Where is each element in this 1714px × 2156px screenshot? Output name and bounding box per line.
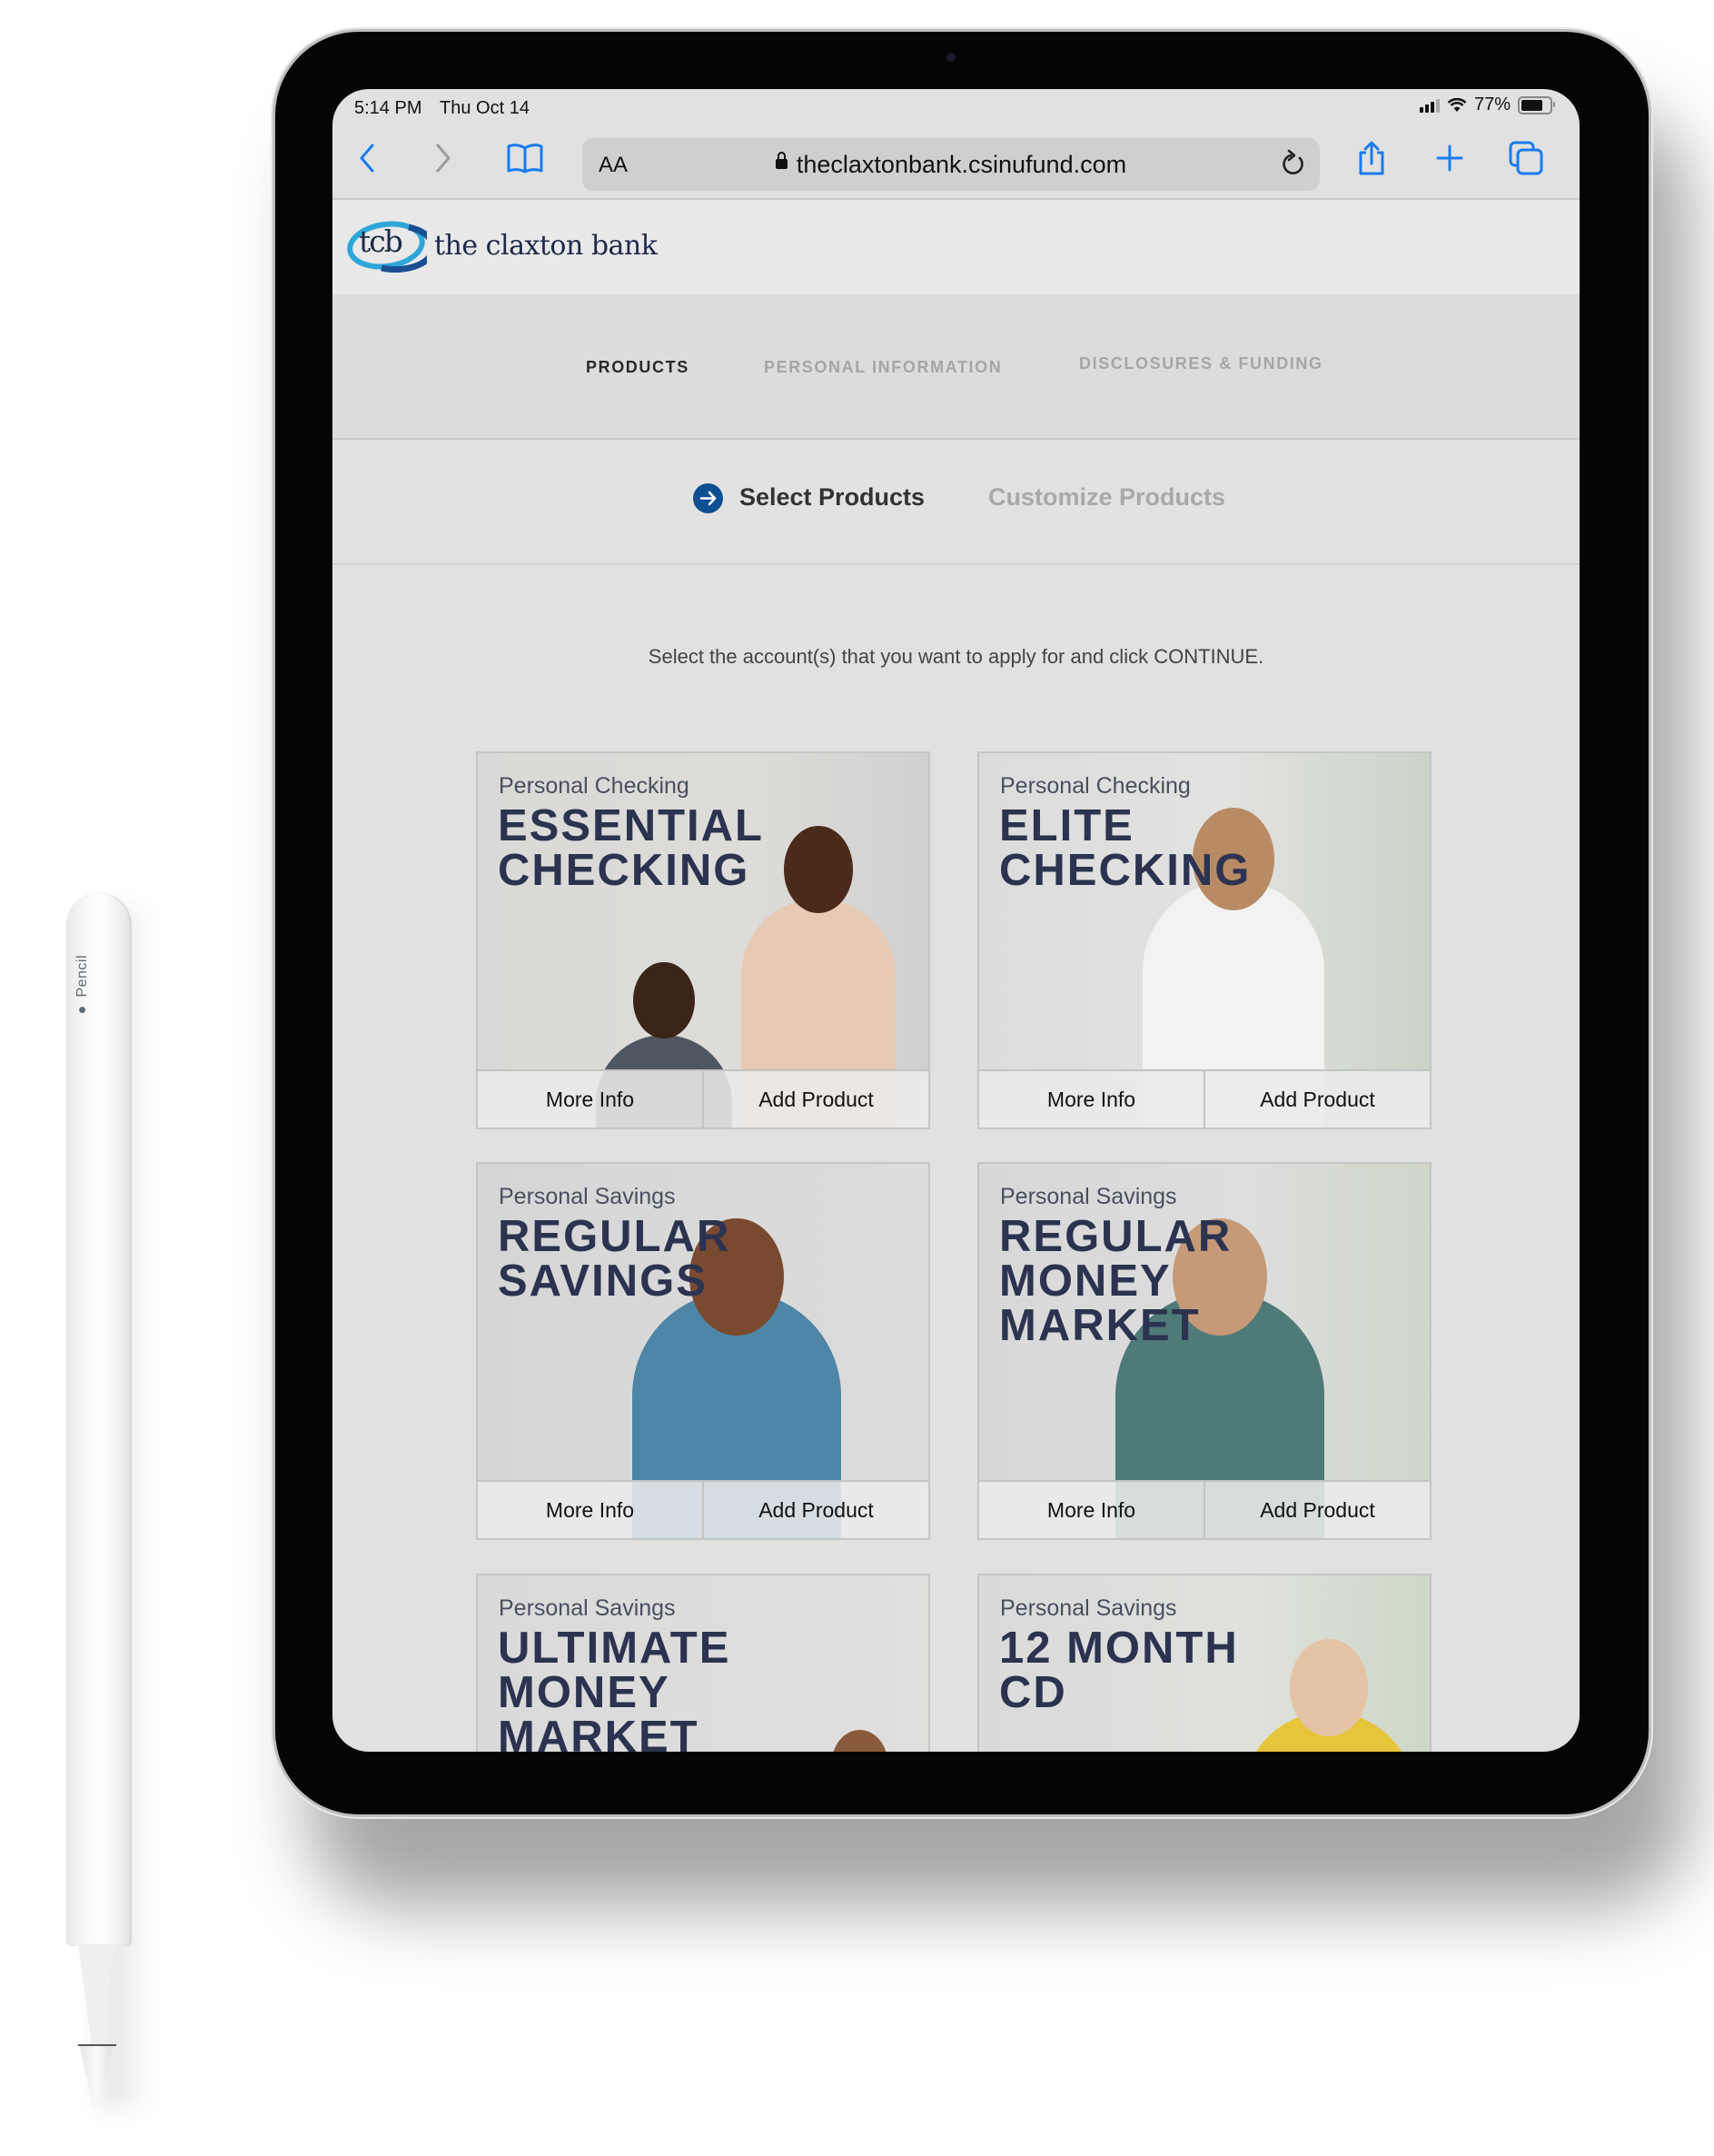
product-card: Personal Savings REGULAR MONEY MARKET More I… xyxy=(977,1162,1432,1540)
pencil-tip-seam xyxy=(78,2044,116,2046)
product-card: Personal SavingsULTIMATEMONEYMARKETMore … xyxy=(476,1574,930,1752)
more-info-button[interactable]: More Info xyxy=(979,1482,1204,1538)
wifi-icon xyxy=(1447,97,1467,112)
forward-button[interactable] xyxy=(425,140,461,176)
product-category: Personal Savings xyxy=(499,1595,676,1621)
product-title: ELITE CHECKING xyxy=(999,804,1251,893)
tabs-button[interactable] xyxy=(1506,140,1546,176)
pencil-label-text: Pencil xyxy=(74,954,90,998)
product-title-line: MONEY xyxy=(999,1257,1172,1306)
product-category: Personal Checking xyxy=(499,773,689,799)
substep-select-products[interactable]: Select Products xyxy=(739,483,925,512)
product-title-line: MARKET xyxy=(999,1301,1201,1350)
logo-mark-text: tcb xyxy=(359,224,403,259)
site-header: tcb the claxton bank xyxy=(332,198,1580,296)
reload-icon xyxy=(1283,149,1303,174)
bank-logo[interactable]: tcb the claxton bank xyxy=(345,218,658,273)
person-head xyxy=(783,826,854,913)
apple-logo-icon: ● xyxy=(74,1001,90,1018)
step-navigation: PRODUCTS PERSONAL INFORMATION DISCLOSURE… xyxy=(332,294,1580,440)
bookmarks-icon xyxy=(507,144,543,174)
product-title-line: ELITE xyxy=(999,801,1134,850)
ipad-screen: 5:14 PM Thu Oct 14 77% AA theclaxtonbank… xyxy=(332,89,1580,1752)
product-title-line: REGULAR xyxy=(498,1212,731,1261)
url-text: theclaxtonbank.csinufund.com xyxy=(796,151,1127,178)
url-display[interactable]: theclaxtonbank.csinufund.com xyxy=(582,151,1320,179)
product-category: Personal Savings xyxy=(499,1184,676,1209)
product-title: REGULAR MONEY MARKET xyxy=(999,1215,1232,1348)
product-title-line: CHECKING xyxy=(498,846,750,895)
more-info-button[interactable]: More Info xyxy=(979,1071,1204,1128)
product-title-line: SAVINGS xyxy=(498,1257,708,1306)
product-title-line: MARKET xyxy=(498,1713,699,1753)
product-card: Personal Checking ELITE CHECKING More Info A… xyxy=(977,751,1432,1129)
product-title: ESSENTIAL CHECKING xyxy=(498,804,764,893)
status-time: 5:14 PM xyxy=(354,98,422,118)
battery-icon xyxy=(1518,95,1555,114)
status-bar: 5:14 PM Thu Oct 14 77% xyxy=(332,89,1580,127)
new-tab-button[interactable] xyxy=(1432,140,1468,176)
add-product-button[interactable]: Add Product xyxy=(1204,1071,1430,1128)
person-head xyxy=(633,962,695,1039)
new-tab-icon xyxy=(1436,144,1463,172)
person-head xyxy=(830,1730,888,1752)
product-title-line: MONEY xyxy=(498,1668,670,1717)
product-card: Personal Savings REGULAR SAVINGS More Info A… xyxy=(476,1162,930,1540)
more-info-button[interactable]: More Info xyxy=(478,1482,702,1538)
product-title-line: ESSENTIAL xyxy=(498,801,764,850)
front-camera xyxy=(946,53,956,62)
product-card: Personal Checking ESSENTIAL CHECKING More I… xyxy=(476,751,930,1129)
product-title: 12 MONTH CD xyxy=(999,1626,1239,1715)
add-product-button[interactable]: Add Product xyxy=(702,1071,928,1128)
step-disclosures-funding[interactable]: DISCLOSURES & FUNDING xyxy=(1079,354,1323,373)
tcb-logo-mark: tcb xyxy=(345,218,427,273)
product-actions: More Info Add Product xyxy=(478,1480,928,1538)
product-title: ULTIMATE MONEY MARKET xyxy=(498,1624,731,1753)
add-product-button[interactable]: Add Product xyxy=(1204,1482,1430,1538)
battery-fill xyxy=(1521,99,1543,111)
product-title-line: ULTIMATE xyxy=(498,1624,731,1673)
product-actions: More Info Add Product xyxy=(979,1069,1430,1128)
tabs-icon xyxy=(1509,141,1543,175)
browser-toolbar: AA theclaxtonbank.csinufund.com xyxy=(332,127,1580,198)
share-icon xyxy=(1359,141,1384,175)
step-personal-information[interactable]: PERSONAL INFORMATION xyxy=(764,358,1002,377)
bookmarks-button[interactable] xyxy=(505,140,545,176)
pencil-brand-label: ● Pencil xyxy=(74,945,93,1018)
product-card: Personal Savings12 MONTHCDMore InfoAdd P… xyxy=(977,1574,1432,1752)
substep-navigation: Select Products Customize Products xyxy=(332,440,1580,565)
product-category: Personal Savings xyxy=(1000,1595,1177,1621)
status-date: Thu Oct 14 xyxy=(440,98,530,118)
product-category: Personal Savings xyxy=(1000,1184,1177,1209)
product-actions: More Info Add Product xyxy=(478,1069,928,1128)
cellular-signal-icon xyxy=(1419,98,1440,113)
instruction-text: Select the account(s) that you want to a… xyxy=(648,645,1264,668)
battery-percent: 77% xyxy=(1473,94,1511,114)
product-title-line: CD xyxy=(999,1668,1067,1717)
apple-pencil xyxy=(66,892,132,1946)
step-products[interactable]: PRODUCTS xyxy=(586,358,689,377)
product-title: REGULAR SAVINGS xyxy=(498,1215,730,1304)
back-button[interactable] xyxy=(349,140,385,176)
address-bar[interactable]: AA theclaxtonbank.csinufund.com xyxy=(582,138,1320,191)
product-category: Personal Checking xyxy=(1000,773,1191,799)
product-title-line: 12 MONTH xyxy=(999,1624,1239,1673)
more-info-button[interactable]: More Info xyxy=(478,1071,702,1128)
person-head xyxy=(1290,1639,1368,1736)
product-actions: More Info Add Product xyxy=(979,1480,1430,1538)
status-indicators: 77% xyxy=(1419,94,1555,115)
back-icon xyxy=(360,144,374,173)
reload-button[interactable] xyxy=(1280,149,1307,183)
product-title-line: CHECKING xyxy=(999,846,1252,895)
product-title-line: REGULAR xyxy=(999,1212,1233,1261)
substep-customize-products[interactable]: Customize Products xyxy=(988,483,1225,512)
lock-icon xyxy=(775,152,788,170)
bank-name: the claxton bank xyxy=(434,229,658,262)
forward-icon xyxy=(436,144,451,173)
current-step-arrow-icon xyxy=(693,483,723,513)
add-product-button[interactable]: Add Product xyxy=(702,1482,928,1538)
share-button[interactable] xyxy=(1353,140,1390,176)
